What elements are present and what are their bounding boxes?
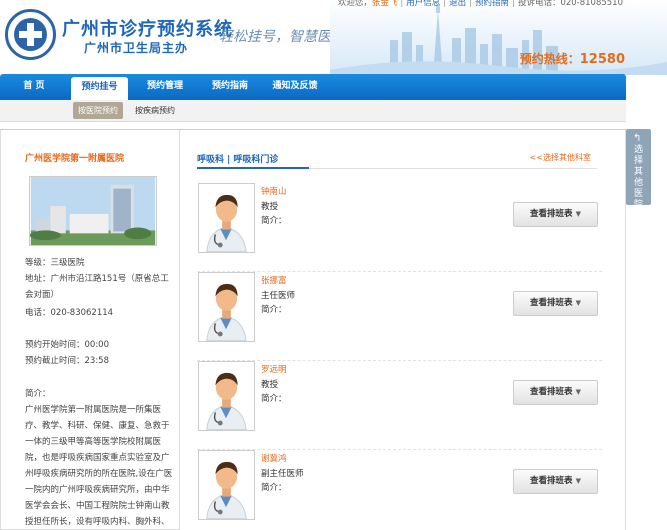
view-schedule-button[interactable]: 查看排班表 ▼ bbox=[513, 291, 598, 316]
slogan: 轻松挂号，智慧医疗 bbox=[219, 29, 345, 45]
hotline-label: 预约热线： bbox=[519, 52, 580, 66]
doctor-card: 张挪富 主任医师 简介： 查看排班表 ▼ bbox=[197, 272, 602, 361]
doctor-title: 教授 bbox=[261, 202, 279, 212]
top-user-bar: 欢迎您，张金飞 | 用户信息 | 退出 | 预约指南 | 投诉电话：020-81085510 bbox=[337, 0, 623, 8]
hospital-address-line1: 地址：广州市沿江路151号（原省总工 bbox=[25, 274, 169, 284]
nav-notice-feedback[interactable]: 通知及反馈 bbox=[262, 74, 328, 100]
view-schedule-button[interactable]: 查看排班表 ▼ bbox=[513, 469, 598, 494]
doctor-avatar bbox=[198, 272, 255, 342]
hospital-intro: 广州医学院第一附属医院是一所集医疗、教学、科研、保健、康复、急救于一体的三级甲等… bbox=[25, 405, 173, 527]
subnav-by-disease[interactable]: 按疾病预约 bbox=[130, 102, 180, 119]
doctor-intro-label: 简介： bbox=[261, 216, 287, 226]
nav-booking-guide[interactable]: 预约指南 bbox=[198, 74, 262, 100]
doctor-name[interactable]: 谢冀鸿 bbox=[261, 452, 287, 464]
view-schedule-button[interactable]: 查看排班表 ▼ bbox=[513, 202, 598, 227]
health-bureau-logo bbox=[5, 9, 56, 60]
booking-open-time: 预约开始时间：00:00 bbox=[25, 340, 109, 350]
doctor-name[interactable]: 钟南山 bbox=[261, 185, 287, 197]
doctor-intro-label: 简介： bbox=[261, 305, 287, 315]
hospital-grade: 等级：三级医院 bbox=[25, 258, 85, 268]
hospital-name: 广州医学院第一附属医院 bbox=[25, 154, 125, 164]
subnav-by-hospital[interactable]: 按医院预约 bbox=[73, 102, 123, 119]
choose-other-hospital-label: 选择其他医院 bbox=[634, 145, 644, 210]
department-sub-name: 呼吸科门诊 bbox=[233, 155, 279, 165]
caret-down-icon: ▼ bbox=[575, 477, 581, 485]
doctor-title: 主任医师 bbox=[261, 291, 296, 301]
site-header: 广州市诊疗预约系统 广州市卫生局主办 轻松挂号，智慧医疗 欢迎您，张金飞 | 用… bbox=[0, 0, 667, 75]
choose-other-department-link[interactable]: <<选择其他科室 bbox=[530, 152, 591, 163]
booking-guide-link[interactable]: 预约指南 bbox=[475, 0, 509, 8]
logout-link[interactable]: 退出 bbox=[449, 0, 466, 8]
user-info-link[interactable]: 用户信息 bbox=[406, 0, 440, 8]
welcome-text: 欢迎您， bbox=[337, 0, 372, 8]
doctor-list-panel: 呼吸科|呼吸科门诊 <<选择其他科室 钟南山 教授 简介： 查看排班表▼ bbox=[180, 129, 626, 530]
main-nav: 首 页 预约挂号 预约管理 预约指南 通知及反馈 bbox=[0, 74, 626, 100]
hospital-phone: 电话：020-83062114 bbox=[25, 308, 114, 318]
caret-down-icon: ▼ bbox=[575, 210, 581, 218]
intro-label: 简介： bbox=[25, 389, 51, 399]
doctor-avatar bbox=[198, 361, 255, 431]
view-schedule-button[interactable]: 查看排班表 ▼ bbox=[513, 380, 598, 405]
doctor-intro-label: 简介： bbox=[261, 394, 287, 404]
department-heading: 呼吸科 | 呼吸科门诊 bbox=[197, 155, 279, 165]
doctor-avatar bbox=[198, 183, 255, 253]
doctor-avatar bbox=[198, 450, 255, 520]
department-name: 呼吸科 bbox=[197, 155, 225, 165]
hospital-address-line2: 会对面） bbox=[25, 290, 60, 300]
doctor-name[interactable]: 罗远明 bbox=[261, 363, 287, 375]
site-subtitle: 广州市卫生局主办 bbox=[84, 41, 189, 55]
user-name[interactable]: 张金飞 bbox=[372, 0, 398, 8]
nav-booking-management[interactable]: 预约管理 bbox=[133, 74, 197, 100]
department-divider bbox=[197, 167, 597, 169]
doctor-title: 教授 bbox=[261, 380, 279, 390]
return-arrow-icon: ↰ bbox=[633, 133, 642, 144]
doctor-intro-label: 简介： bbox=[261, 483, 287, 493]
sub-nav: 按医院预约 按疾病预约 bbox=[0, 100, 626, 122]
doctor-card: 罗远明 教授 简介： 查看排班表 ▼ bbox=[197, 361, 602, 450]
complaint-phone: 投诉电话：020-81085510 bbox=[517, 0, 623, 8]
choose-other-hospital-tab[interactable]: ↰ 选择其他医院 bbox=[626, 129, 651, 210]
site-title: 广州市诊疗预约系统 bbox=[62, 19, 233, 40]
nav-booking[interactable]: 预约挂号 bbox=[71, 77, 128, 100]
caret-down-icon: ▼ bbox=[575, 299, 581, 307]
nav-home[interactable]: 首 页 bbox=[0, 74, 68, 100]
booking-close-time: 预约截止时间：23:58 bbox=[25, 356, 109, 366]
hospital-info-panel: 广州医学院第一附属医院 等级：三级医院 地址：广州市沿江路151号（原省总工 会… bbox=[0, 129, 180, 530]
doctor-title: 副主任医师 bbox=[261, 469, 304, 479]
doctor-name[interactable]: 张挪富 bbox=[261, 274, 287, 286]
hospital-photo bbox=[29, 176, 157, 246]
caret-down-icon: ▼ bbox=[575, 388, 581, 396]
doctor-card: 钟南山 教授 简介： 查看排班表 ▼ bbox=[197, 183, 602, 272]
doctor-card: 谢冀鸿 副主任医师 简介： 查看排班表 ▼ bbox=[197, 450, 602, 530]
hotline-number: 12580 bbox=[579, 52, 625, 67]
booking-hotline: 预约热线：12580 bbox=[520, 50, 625, 67]
